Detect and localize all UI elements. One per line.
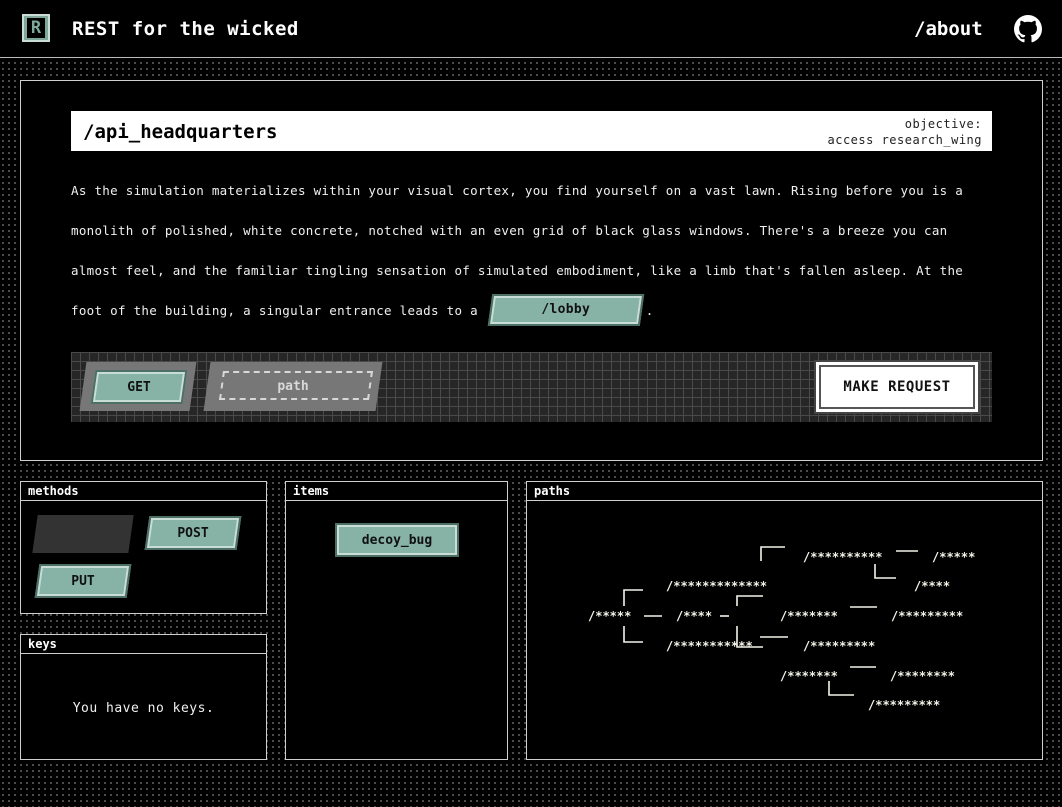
- make-request-button[interactable]: MAKE REQUEST: [814, 360, 980, 414]
- tree-connector: [623, 626, 643, 643]
- item-label: decoy_bug: [361, 532, 433, 548]
- path-tree: /***** /**** /************* /********** …: [588, 546, 975, 712]
- item-decoy-bug[interactable]: decoy_bug: [335, 523, 459, 557]
- request-bar: GET path MAKE REQUEST: [71, 352, 992, 422]
- path-node[interactable]: /*****: [932, 550, 975, 564]
- path-slot[interactable]: path: [203, 362, 383, 411]
- tree-connector: [623, 589, 643, 606]
- path-node[interactable]: /*******: [780, 609, 838, 623]
- paths-panel: paths /***** /**** /************* /*****…: [526, 481, 1043, 760]
- no-keys-message: You have no keys.: [72, 701, 215, 716]
- items-panel: items decoy_bug: [285, 481, 508, 760]
- method-slot[interactable]: GET: [79, 362, 197, 411]
- objective-value: access research_wing: [827, 133, 982, 147]
- items-heading: items: [286, 482, 507, 501]
- path-node[interactable]: /********: [890, 669, 955, 683]
- github-icon[interactable]: [1014, 15, 1042, 43]
- tree-connector: [736, 595, 763, 606]
- path-node[interactable]: /****: [914, 579, 950, 593]
- empty-method-slot: [32, 515, 134, 553]
- page-title: /api_headquarters: [83, 121, 278, 143]
- keys-panel: keys You have no keys.: [20, 634, 267, 760]
- put-method-button[interactable]: PUT: [34, 564, 132, 598]
- tree-connector: [828, 681, 854, 696]
- logo-letter: R: [27, 18, 45, 38]
- path-node[interactable]: /*************: [666, 579, 767, 593]
- path-node[interactable]: /*******: [780, 669, 838, 683]
- path-node[interactable]: /*********: [803, 639, 875, 653]
- tree-connector: [874, 564, 896, 579]
- path-node[interactable]: /*********: [891, 609, 963, 623]
- scene-panel: /api_headquarters objective: access rese…: [20, 80, 1043, 461]
- scene-text-end: .: [645, 303, 654, 318]
- post-method-button[interactable]: POST: [144, 516, 242, 550]
- tree-connector: [760, 546, 785, 561]
- path-node[interactable]: /**********: [803, 550, 882, 564]
- about-link[interactable]: /about: [914, 18, 983, 40]
- scene-description: As the simulation materializes within yo…: [71, 171, 991, 331]
- objective-label: objective:: [904, 117, 982, 131]
- put-method-label: PUT: [71, 573, 95, 589]
- site-title[interactable]: REST for the wicked: [72, 18, 299, 40]
- top-bar: R REST for the wicked /about: [0, 0, 1062, 58]
- get-method-button[interactable]: GET: [90, 370, 188, 404]
- post-method-label: POST: [177, 525, 209, 541]
- keys-heading: keys: [21, 635, 266, 654]
- path-node[interactable]: /***********: [666, 639, 753, 653]
- get-method-label: GET: [127, 379, 151, 395]
- methods-heading: methods: [21, 482, 266, 501]
- objective: objective: access research_wing: [828, 116, 983, 148]
- path-node[interactable]: /*****: [588, 609, 631, 623]
- path-node[interactable]: /*********: [868, 698, 940, 712]
- lobby-path-label: /lobby: [541, 301, 591, 317]
- scene-title-bar: /api_headquarters objective: access rese…: [71, 111, 992, 151]
- methods-panel: methods POST PUT: [20, 481, 267, 614]
- lobby-path-link[interactable]: /lobby: [487, 293, 645, 326]
- path-node[interactable]: /****: [676, 609, 712, 623]
- logo[interactable]: R: [22, 14, 50, 42]
- paths-heading: paths: [527, 482, 1042, 501]
- path-placeholder: path: [277, 379, 309, 394]
